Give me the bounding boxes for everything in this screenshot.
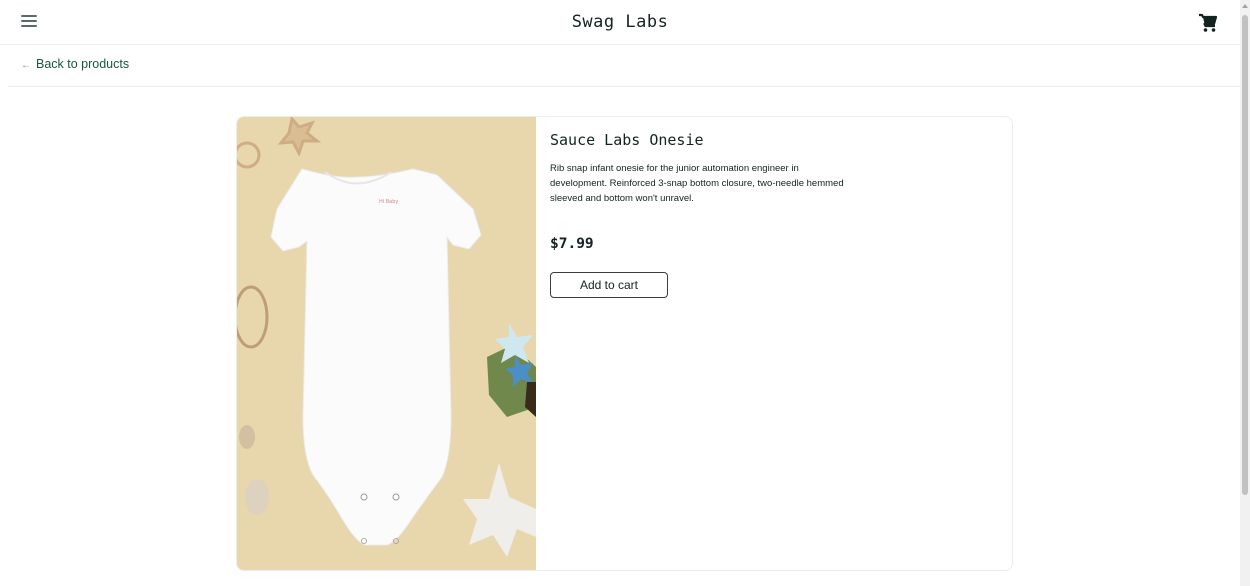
back-to-products-label: Back to products [36, 57, 130, 71]
product-name: Sauce Labs Onesie [550, 131, 704, 149]
primary-header: Swag Labs [0, 0, 1240, 45]
shopping-cart-icon[interactable] [1198, 13, 1220, 35]
product-info: Sauce Labs Onesie Rib snap infant onesie… [550, 131, 990, 298]
app-logo: Swag Labs [571, 12, 669, 32]
product-details-card: Hi Baby Sauce Labs Onesie Rib snap infan… [236, 116, 1013, 571]
scrollbar-thumb[interactable] [1242, 15, 1248, 495]
product-price: $7.99 [550, 236, 594, 252]
svg-text:Hi Baby: Hi Baby [379, 199, 398, 205]
product-description: Rib snap infant onesie for the junior au… [550, 163, 844, 204]
scroll-up-arrow-icon[interactable] [1242, 4, 1248, 8]
back-to-products-button[interactable]: ← Back to products [21, 57, 129, 71]
arrow-left-icon: ← [21, 60, 31, 71]
product-image: Hi Baby [237, 117, 536, 570]
add-to-cart-button[interactable]: Add to cart [550, 272, 668, 298]
secondary-header: ← Back to products [8, 45, 1240, 87]
vertical-scrollbar[interactable] [1240, 0, 1250, 586]
